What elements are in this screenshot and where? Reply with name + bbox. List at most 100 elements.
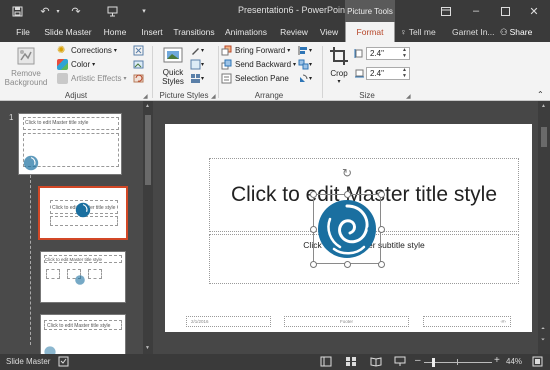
picture-layout-icon	[191, 74, 200, 83]
zoom-in-icon[interactable]: +	[494, 355, 500, 366]
corrections-button[interactable]: ✺ Corrections ▾	[57, 45, 117, 56]
selected-picture[interactable]	[313, 194, 381, 264]
bring-forward-icon	[221, 45, 232, 56]
share-label: Share	[509, 27, 533, 37]
picture-styles-launcher-icon[interactable]: ◢	[211, 93, 216, 100]
ribbon-options-icon[interactable]	[435, 0, 457, 22]
resize-handle-e[interactable]	[378, 226, 385, 233]
reset-picture-button[interactable]	[133, 73, 144, 84]
fit-slide-icon[interactable]	[532, 356, 543, 369]
layout-thumbnail[interactable]: Click to edit Master title style	[40, 251, 126, 303]
compress-pictures-button[interactable]	[133, 45, 144, 56]
bring-forward-button[interactable]: Bring Forward ▾	[221, 45, 290, 56]
reading-view-icon[interactable]	[370, 356, 382, 369]
selection-pane-button[interactable]: Selection Pane	[221, 73, 289, 84]
zoom-slider-thumb[interactable]	[432, 358, 435, 367]
crop-button[interactable]: Crop ▾	[326, 46, 352, 90]
user-account[interactable]: Garnet In...	[452, 22, 495, 42]
slide-sorter-icon[interactable]	[345, 356, 357, 369]
picture-border-button[interactable]: ▾	[190, 45, 204, 56]
tell-me-search[interactable]: ♀ Tell me	[400, 22, 436, 42]
editor-scroll-thumb[interactable]	[541, 127, 547, 147]
collapse-ribbon-icon[interactable]: ⌃	[537, 90, 544, 99]
title-bar: ↶ ▾ ↷ ▾ Presentation6 - PowerPoint Pictu…	[0, 0, 550, 22]
date-text: 2/1/2016	[191, 319, 209, 324]
zoom-level[interactable]: 44%	[506, 357, 522, 366]
palette-icon	[57, 59, 68, 70]
next-slide-icon[interactable]: ⏷	[541, 337, 545, 343]
group-objects-button[interactable]: ▾	[298, 59, 312, 70]
tab-review[interactable]: Review	[276, 22, 312, 42]
picture-layout-button[interactable]: ▾	[190, 73, 204, 84]
resize-handle-ne[interactable]	[378, 191, 385, 198]
size-launcher-icon[interactable]: ◢	[406, 93, 411, 100]
scroll-up-icon[interactable]: ▲	[145, 103, 150, 109]
undo-dropdown-icon[interactable]: ▾	[54, 3, 62, 19]
tab-insert[interactable]: Insert	[136, 22, 168, 42]
spinner-down-icon[interactable]: ▼	[402, 54, 407, 59]
dropdown-icon: ▾	[113, 48, 117, 54]
tab-home[interactable]: Home	[99, 22, 131, 42]
spinner-down-icon[interactable]: ▼	[402, 74, 407, 79]
rotate-handle-icon[interactable]: ↻	[340, 166, 354, 180]
master-thumbnail[interactable]: Click to edit Master title style	[18, 113, 122, 175]
remove-background-button[interactable]: Remove Background	[5, 46, 47, 90]
footer-placeholder[interactable]: Footer	[284, 316, 409, 327]
redo-icon[interactable]: ↷	[68, 3, 84, 19]
adjust-launcher-icon[interactable]: ◢	[143, 93, 148, 100]
slideshow-icon[interactable]	[394, 356, 406, 369]
close-icon[interactable]: ✕	[523, 0, 545, 22]
zoom-center-tick	[457, 359, 458, 365]
zoom-out-icon[interactable]: –	[415, 355, 421, 366]
tab-transitions[interactable]: Transitions	[171, 22, 217, 42]
layout-thumbnail-selected[interactable]: Click to edit Master title style	[38, 186, 128, 240]
share-button[interactable]: ⚇ Share	[500, 22, 532, 42]
editor-scrollbar[interactable]: ▲ ⏶ ⏷	[538, 101, 550, 354]
align-button[interactable]: ▾	[298, 45, 312, 56]
resize-handle-n[interactable]	[344, 191, 351, 198]
quick-styles-label-2: Styles	[162, 77, 184, 86]
send-backward-button[interactable]: Send Backward ▾	[221, 59, 296, 70]
slide-number-text: ‹#›	[500, 319, 507, 324]
quick-styles-button[interactable]: Quick Styles	[157, 46, 189, 90]
picture-effects-button[interactable]: ▾	[190, 59, 204, 70]
undo-icon[interactable]: ↶	[36, 3, 54, 19]
date-placeholder[interactable]: 2/1/2016	[186, 316, 271, 327]
resize-handle-se[interactable]	[378, 261, 385, 268]
scroll-up-icon[interactable]: ▲	[541, 103, 546, 109]
send-backward-label: Send Backward	[235, 60, 292, 69]
rotate-button[interactable]: ▾	[298, 73, 312, 84]
scroll-down-icon[interactable]: ▼	[145, 345, 150, 351]
tab-file[interactable]: File	[8, 22, 38, 42]
slide-canvas[interactable]: Click to edit Master title style Click t…	[165, 124, 532, 332]
tab-view[interactable]: View	[315, 22, 343, 42]
change-picture-button[interactable]	[133, 59, 144, 70]
thumb-content-placeholder	[46, 269, 60, 279]
resize-handle-nw[interactable]	[310, 191, 317, 198]
resize-handle-sw[interactable]	[310, 261, 317, 268]
tab-animations[interactable]: Animations	[221, 22, 271, 42]
accessibility-icon[interactable]	[58, 356, 69, 369]
slide-number-placeholder[interactable]: ‹#›	[423, 316, 511, 327]
layout-thumbnail[interactable]: Click to edit Master title style	[40, 314, 126, 359]
resize-handle-s[interactable]	[344, 261, 351, 268]
maximize-icon[interactable]	[494, 0, 516, 22]
tell-me-label: Tell me	[408, 27, 436, 37]
tab-slide-master[interactable]: Slide Master	[42, 22, 94, 42]
minimize-icon[interactable]: –	[465, 0, 487, 22]
width-spinner[interactable]: 2.4" ▲ ▼	[366, 67, 410, 80]
present-icon[interactable]	[104, 3, 120, 19]
tab-format[interactable]: Format	[345, 22, 395, 42]
thumbnail-scroll-thumb[interactable]	[145, 115, 151, 185]
thumbnail-scrollbar[interactable]: ▲ ▼	[143, 101, 153, 354]
sun-icon: ✺	[57, 45, 66, 56]
customize-icon[interactable]: ▾	[138, 3, 150, 19]
normal-view-icon[interactable]	[320, 356, 332, 369]
resize-handle-w[interactable]	[310, 226, 317, 233]
save-icon[interactable]	[8, 3, 26, 19]
previous-slide-icon[interactable]: ⏶	[541, 326, 545, 332]
height-spinner[interactable]: 2.4" ▲ ▼	[366, 47, 410, 60]
selection-pane-label: Selection Pane	[235, 74, 289, 83]
artistic-effects-button[interactable]: Artistic Effects ▾	[57, 73, 127, 84]
color-button[interactable]: Color ▾	[57, 59, 95, 70]
